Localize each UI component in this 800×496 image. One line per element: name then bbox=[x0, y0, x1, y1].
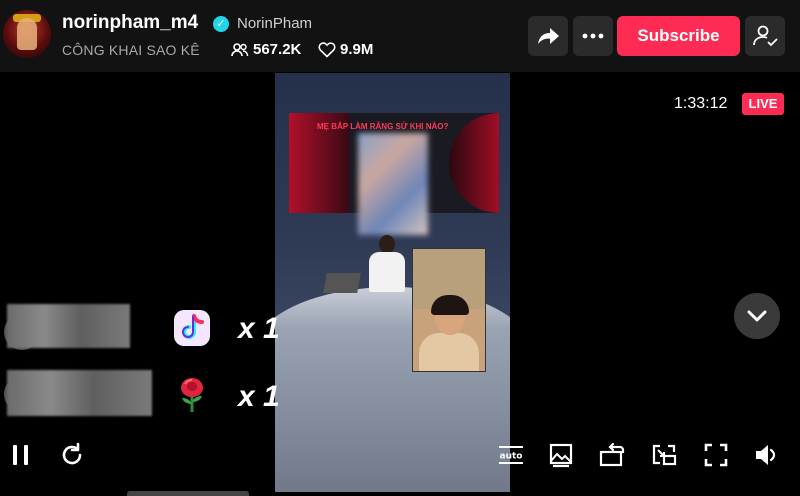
streamer-avatar[interactable] bbox=[3, 10, 51, 58]
auto-quality-icon: auto bbox=[499, 446, 523, 464]
streamer-username[interactable]: norinpham_m4 bbox=[62, 12, 198, 34]
profile-follow-button[interactable] bbox=[745, 16, 785, 56]
volume-button[interactable] bbox=[752, 441, 780, 469]
gift-notification: x 1 bbox=[0, 370, 290, 420]
quality-auto-button[interactable]: auto bbox=[497, 441, 525, 469]
laptop bbox=[323, 273, 361, 293]
stream-title: CÔNG KHAI SAO KÊ bbox=[62, 42, 200, 58]
refresh-button[interactable] bbox=[58, 441, 86, 469]
stream-header: norinpham_m4 ✓ NorinPham CÔNG KHAI SAO K… bbox=[0, 0, 800, 72]
chevron-down-icon bbox=[747, 310, 767, 322]
avatar-figure bbox=[17, 18, 37, 50]
viewer-count-value: 567.2K bbox=[253, 41, 302, 58]
image-icon bbox=[549, 443, 573, 468]
subscribe-button[interactable]: Subscribe bbox=[617, 16, 740, 56]
scroll-down-button[interactable] bbox=[734, 293, 780, 339]
viewers-icon bbox=[231, 43, 249, 57]
share-icon bbox=[538, 28, 559, 44]
pause-icon bbox=[13, 445, 28, 465]
rotate-icon bbox=[599, 442, 625, 467]
verified-badge-icon: ✓ bbox=[213, 16, 229, 32]
pause-button[interactable] bbox=[7, 441, 35, 469]
gifter-name-blurred bbox=[7, 370, 152, 416]
presenter bbox=[365, 235, 409, 297]
profile-check-icon bbox=[753, 25, 778, 47]
rotate-button[interactable] bbox=[598, 441, 626, 469]
live-video[interactable]: MẸ BẮP LÀM RĂNG SỨ KHI NÀO? bbox=[275, 73, 510, 492]
like-count-value: 9.9M bbox=[340, 41, 374, 58]
fullscreen-button[interactable] bbox=[702, 441, 730, 469]
streamer-nickname: NorinPham bbox=[237, 15, 313, 32]
picture-in-picture-icon bbox=[652, 444, 677, 466]
svg-text:auto: auto bbox=[500, 452, 523, 462]
more-icon bbox=[582, 33, 604, 39]
stream-elapsed-time: 1:33:12 bbox=[674, 95, 728, 112]
heart-icon bbox=[318, 42, 336, 58]
gift-count: x 1 bbox=[238, 380, 280, 413]
gift-notification: x 1 bbox=[0, 304, 290, 354]
refresh-icon bbox=[62, 442, 82, 465]
gifter-name-blurred bbox=[7, 304, 130, 348]
blurred-photo bbox=[358, 133, 428, 235]
picture-in-picture-button[interactable] bbox=[650, 441, 678, 469]
image-button[interactable] bbox=[547, 441, 575, 469]
gift-count: x 1 bbox=[238, 312, 280, 345]
comment-bar-edge bbox=[127, 491, 249, 496]
studio-screen-title: MẸ BẮP LÀM RĂNG SỨ KHI NÀO? bbox=[317, 122, 449, 131]
rose-gift-icon bbox=[181, 378, 203, 412]
volume-icon bbox=[756, 445, 776, 465]
fullscreen-icon bbox=[704, 443, 728, 467]
share-button[interactable] bbox=[528, 16, 568, 56]
guest-video-inset[interactable] bbox=[412, 248, 486, 372]
tiktok-note-gift-icon bbox=[174, 310, 210, 346]
more-options-button[interactable] bbox=[573, 16, 613, 56]
live-badge: LIVE bbox=[742, 93, 784, 115]
